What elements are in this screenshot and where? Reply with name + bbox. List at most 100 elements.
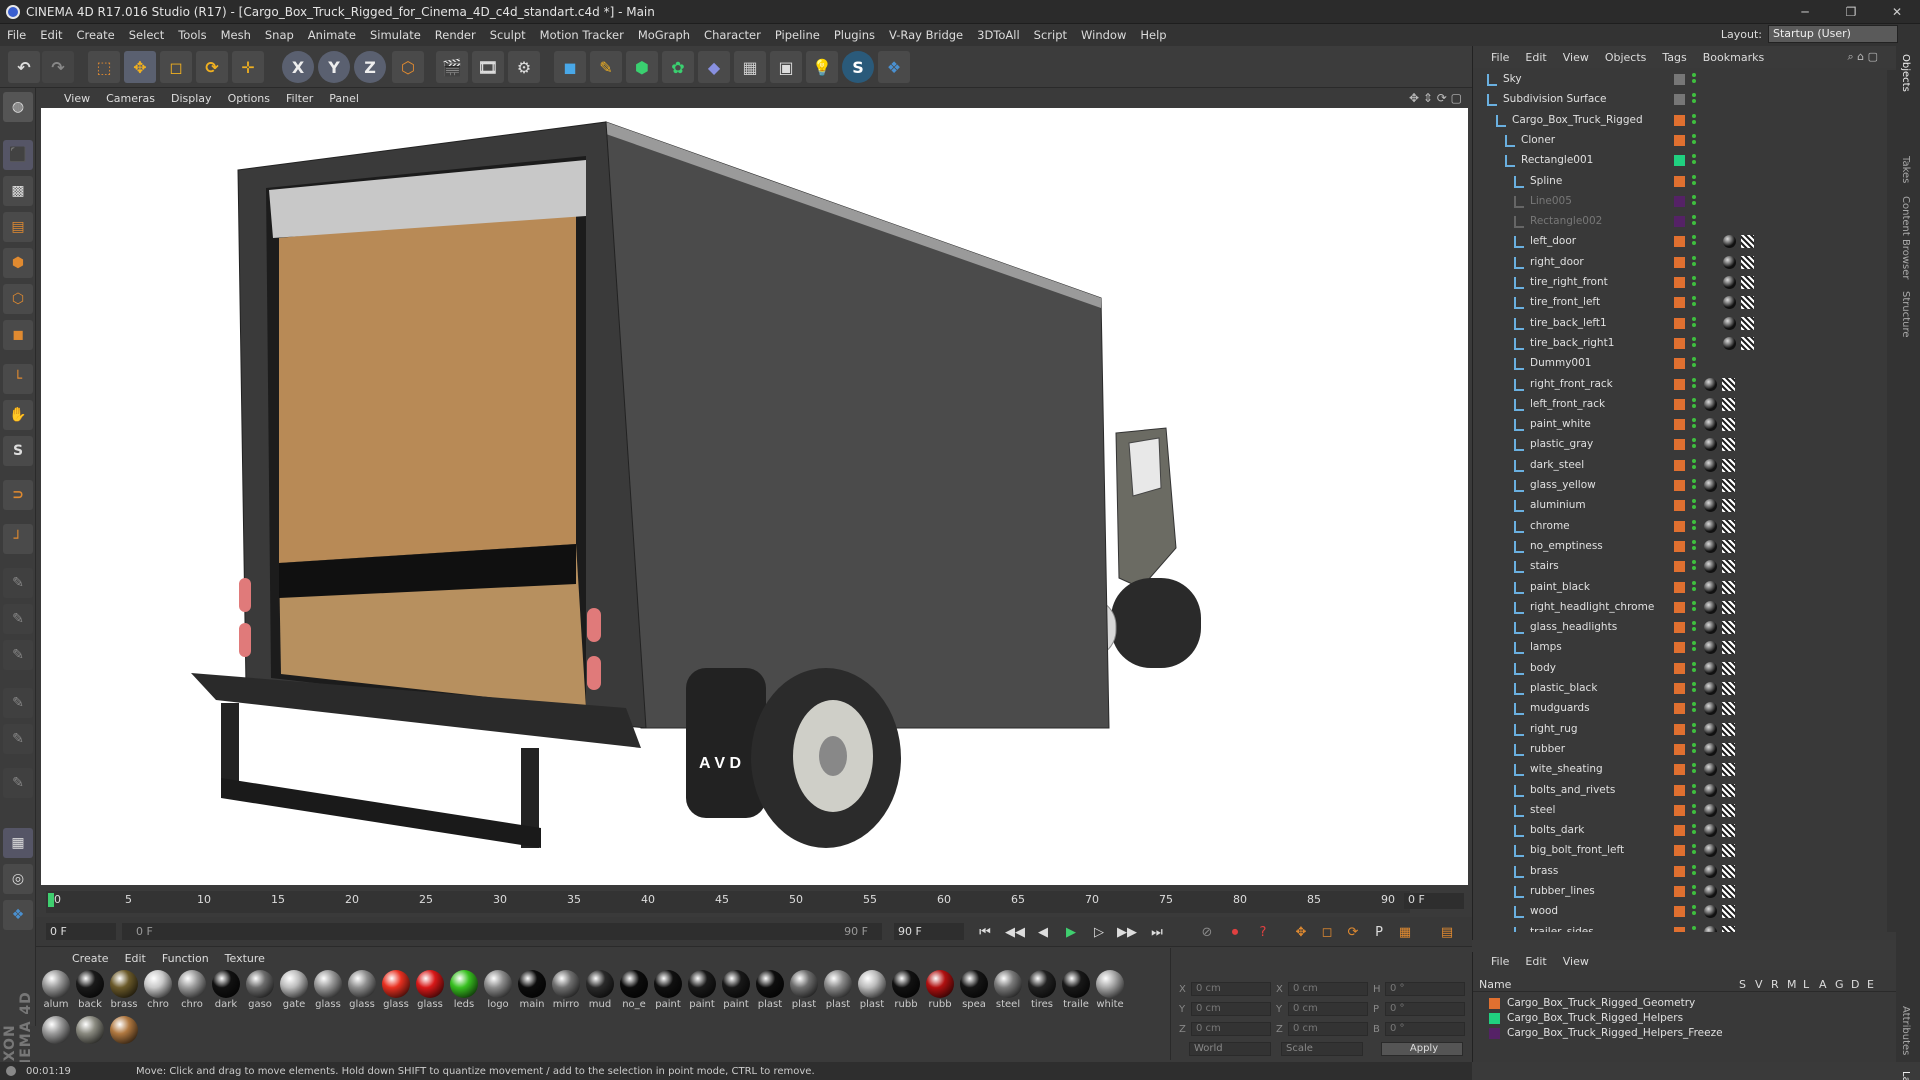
- material-tag-icon[interactable]: [1704, 905, 1717, 919]
- material-tag-icon[interactable]: [1704, 885, 1717, 898]
- visibility-dots[interactable]: [1692, 905, 1698, 919]
- texture-tag-icon[interactable]: [1741, 336, 1754, 350]
- material-swatch[interactable]: leds: [448, 970, 480, 1012]
- material-tag-icon[interactable]: [1704, 397, 1717, 411]
- material-tag-icon[interactable]: [1704, 539, 1717, 553]
- object-row[interactable]: plastic_black: [1473, 679, 1883, 699]
- texture-tag-icon[interactable]: [1722, 803, 1735, 817]
- texture-tag-icon[interactable]: [1722, 641, 1735, 655]
- layer-color-swatch[interactable]: [1674, 74, 1685, 85]
- material-swatch[interactable]: alum: [40, 970, 72, 1012]
- layer-color-swatch[interactable]: [1674, 520, 1685, 532]
- material-swatch[interactable]: traile: [1060, 970, 1092, 1012]
- mat-menu-edit[interactable]: Edit: [117, 952, 154, 965]
- scale-tool-icon[interactable]: ◻: [160, 51, 192, 83]
- layer-row[interactable]: Cargo_Box_Truck_Rigged_Geometry: [1473, 996, 1883, 1011]
- workplane-lock-icon[interactable]: ┘: [3, 524, 33, 554]
- material-tag-icon[interactable]: [1704, 661, 1717, 675]
- visibility-dots[interactable]: [1692, 93, 1698, 107]
- layer-color-swatch[interactable]: [1674, 845, 1685, 857]
- texture-tag-icon[interactable]: [1741, 296, 1754, 310]
- texture-tag-icon[interactable]: [1722, 682, 1735, 695]
- object-row[interactable]: body: [1473, 659, 1883, 679]
- menu-mesh[interactable]: Mesh: [214, 28, 258, 42]
- material-swatch[interactable]: mirro: [550, 970, 582, 1012]
- layer-color-swatch[interactable]: [1674, 886, 1685, 897]
- obj-menu-tags[interactable]: Tags: [1654, 51, 1694, 64]
- material-tag-icon[interactable]: [1723, 336, 1736, 350]
- texture-tag-icon[interactable]: [1722, 438, 1735, 452]
- menu-mograph[interactable]: MoGraph: [631, 28, 697, 42]
- layer-color-swatch[interactable]: [1674, 926, 1685, 932]
- play-icon[interactable]: ▶: [1060, 921, 1082, 943]
- material-swatch[interactable]: gaso: [244, 970, 276, 1012]
- texture-tag-icon[interactable]: [1741, 276, 1754, 289]
- object-row[interactable]: steel: [1473, 801, 1883, 821]
- layer-row[interactable]: Cargo_Box_Truck_Rigged_Helpers: [1473, 1011, 1883, 1026]
- material-swatch[interactable]: main: [516, 970, 548, 1012]
- material-swatch[interactable]: plast: [822, 970, 854, 1012]
- material-tag-icon[interactable]: [1723, 235, 1736, 249]
- material-swatch[interactable]: [108, 1016, 140, 1058]
- checker-icon[interactable]: ▦: [3, 828, 33, 858]
- layer-color-swatch[interactable]: [1674, 540, 1685, 552]
- knife-icon[interactable]: ✎: [3, 640, 33, 670]
- tab-objects[interactable]: Objects: [1900, 54, 1911, 92]
- object-row[interactable]: mudguards: [1473, 699, 1883, 719]
- layer-color-swatch[interactable]: [1674, 195, 1685, 207]
- object-row[interactable]: bolts_dark: [1473, 821, 1883, 841]
- visibility-dots[interactable]: [1692, 803, 1698, 818]
- next-key-icon[interactable]: ▶▶: [1116, 921, 1138, 943]
- visibility-dots[interactable]: [1692, 418, 1698, 432]
- floor-icon[interactable]: ▦: [734, 51, 766, 83]
- object-row[interactable]: Cargo_Box_Truck_Rigged: [1473, 111, 1883, 131]
- layer-color-swatch[interactable]: [1674, 317, 1685, 329]
- object-row[interactable]: Spline: [1473, 172, 1883, 192]
- menu-file[interactable]: File: [0, 28, 33, 42]
- menu-snap[interactable]: Snap: [258, 28, 301, 42]
- material-swatch[interactable]: logo: [482, 970, 514, 1012]
- size-x-field[interactable]: 0 cm: [1288, 982, 1368, 996]
- pos-z-field[interactable]: 0 cm: [1191, 1022, 1271, 1036]
- live-selection-icon[interactable]: ⬚: [88, 51, 120, 83]
- points-mode-icon[interactable]: ⬢: [3, 248, 33, 278]
- recent-tool-icon[interactable]: ✛: [232, 51, 264, 83]
- layer-color-swatch[interactable]: [1674, 480, 1685, 491]
- texture-tag-icon[interactable]: [1722, 742, 1735, 756]
- go-to-end-icon[interactable]: ⏭: [1146, 921, 1168, 943]
- mat-menu-texture[interactable]: Texture: [217, 952, 273, 965]
- visibility-dots[interactable]: [1692, 641, 1698, 655]
- layer-color-swatch[interactable]: [1674, 277, 1685, 288]
- menu-select[interactable]: Select: [122, 28, 171, 42]
- layer-color-swatch[interactable]: [1674, 216, 1685, 228]
- layer-color-swatch[interactable]: [1674, 825, 1685, 837]
- layer-color-swatch[interactable]: [1674, 175, 1685, 187]
- obj-menu-bookmarks[interactable]: Bookmarks: [1695, 51, 1772, 64]
- visibility-dots[interactable]: [1692, 621, 1698, 635]
- layer-color-swatch[interactable]: [1674, 723, 1685, 735]
- object-row[interactable]: no_emptiness: [1473, 537, 1883, 557]
- visibility-dots[interactable]: [1692, 235, 1698, 249]
- texture-tag-icon[interactable]: [1722, 864, 1735, 878]
- y-axis-icon[interactable]: Y: [318, 51, 350, 83]
- key-rotation-icon[interactable]: ⟳: [1342, 921, 1364, 943]
- tab-layers[interactable]: Layers: [1900, 1071, 1911, 1080]
- texture-tag-icon[interactable]: [1722, 702, 1735, 716]
- obj-menu-view[interactable]: View: [1555, 51, 1597, 64]
- current-frame-field[interactable]: 0 F: [1404, 893, 1464, 909]
- material-swatch[interactable]: dark: [210, 970, 242, 1012]
- material-swatch[interactable]: paint: [652, 970, 684, 1012]
- timeline-ruler[interactable]: 0 5 10 15 20 25 30 35 40 45 50 55 60 65 …: [36, 885, 1472, 917]
- light-icon[interactable]: 💡: [806, 51, 838, 83]
- material-tag-icon[interactable]: [1723, 296, 1736, 310]
- x-axis-icon[interactable]: X: [282, 51, 314, 83]
- layer-color-swatch[interactable]: [1674, 236, 1685, 248]
- layer-color-swatch[interactable]: [1674, 134, 1685, 146]
- object-row[interactable]: aluminium: [1473, 496, 1883, 516]
- material-swatch[interactable]: spea: [958, 970, 990, 1012]
- material-swatch[interactable]: back: [74, 970, 106, 1012]
- menu-tools[interactable]: Tools: [171, 28, 213, 42]
- subdivision-icon[interactable]: ⬢: [626, 51, 658, 83]
- apply-button[interactable]: Apply: [1381, 1042, 1463, 1056]
- key-param-icon[interactable]: P: [1368, 921, 1390, 943]
